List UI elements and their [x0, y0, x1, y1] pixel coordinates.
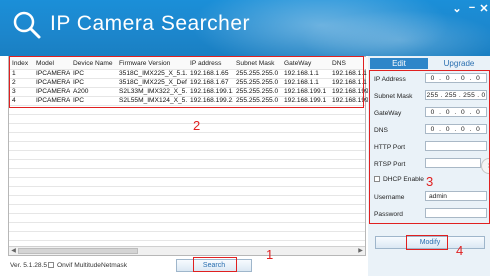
- annotation-number: 3: [426, 174, 434, 189]
- version-label: Ver. 5.1.28.5: [10, 262, 48, 269]
- scrollbar-thumb[interactable]: [18, 248, 138, 254]
- annotation-box-modify: [406, 235, 448, 250]
- onvif-label: Onvif MultitudeNetmask: [57, 262, 127, 269]
- annotation-number: 2: [193, 118, 201, 133]
- close-button[interactable]: ✕: [478, 2, 490, 15]
- tab-upgrade[interactable]: Upgrade: [430, 58, 488, 69]
- annotation-box-search: [193, 257, 237, 272]
- search-icon: [13, 11, 41, 39]
- app-title: IP Camera Searcher: [50, 12, 251, 35]
- app-window: IP Camera Searcher ⌄ − ✕ Index Model Dev…: [0, 0, 490, 276]
- annotation-number: 4: [456, 243, 464, 258]
- scroll-right-icon[interactable]: ▶: [356, 247, 365, 256]
- annotation-number: 1: [266, 247, 274, 262]
- footer-bar: Ver. 5.1.28.5 Onvif MultitudeNetmask Sea…: [0, 256, 368, 276]
- onvif-checkbox[interactable]: [48, 262, 54, 268]
- minimize-button[interactable]: −: [466, 2, 478, 14]
- title-bar: IP Camera Searcher ⌄ − ✕: [0, 0, 490, 56]
- menu-icon[interactable]: ⌄: [451, 2, 463, 15]
- annotation-box-fields: [369, 70, 490, 224]
- scroll-left-icon[interactable]: ◀: [9, 247, 18, 256]
- tab-edit[interactable]: Edit: [370, 58, 428, 69]
- annotation-box-table: [9, 56, 364, 108]
- horizontal-scrollbar[interactable]: ◀ ▶: [9, 246, 365, 255]
